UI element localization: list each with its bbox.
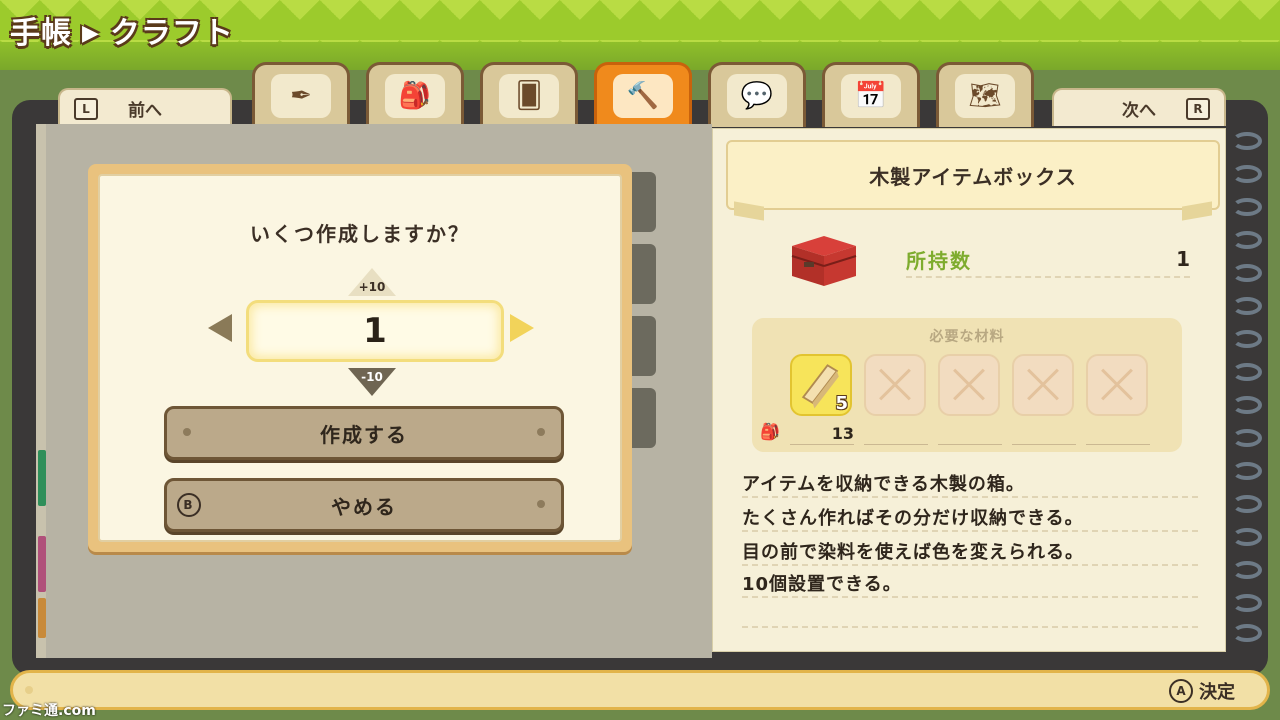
- materials-panel: 必要な材料 5 🎒 13: [752, 318, 1182, 452]
- spiral-binding: [1228, 128, 1268, 648]
- backpack-icon: 🎒: [760, 422, 780, 441]
- r-button-icon: R: [1186, 98, 1210, 120]
- divider: [790, 444, 854, 445]
- craft-hammer-icon: 🔨: [613, 74, 673, 118]
- pen-icon: ✒: [271, 74, 331, 118]
- side-marker-pink: [38, 536, 46, 592]
- a-button-icon: A: [1169, 679, 1193, 703]
- heart-chat-icon: 💬: [727, 74, 787, 118]
- divider: [742, 626, 1198, 628]
- page-title-craft: クラフト: [109, 16, 234, 51]
- material-slot[interactable]: 5: [790, 354, 852, 416]
- decrease-10-button[interactable]: -10: [348, 368, 396, 396]
- side-marker-green: [38, 450, 46, 506]
- divider: [742, 496, 1198, 498]
- tab-craft[interactable]: 🔨: [594, 62, 692, 127]
- divider: [1012, 444, 1076, 445]
- owned-count: 1: [1176, 247, 1190, 271]
- l-button-icon: L: [74, 98, 98, 120]
- description-line: 10個設置できる。: [742, 574, 902, 595]
- tab-cards[interactable]: 🂠: [480, 62, 578, 127]
- breadcrumb-separator-icon: ▶: [82, 21, 100, 46]
- backpack-icon: 🎒: [385, 74, 445, 118]
- material-slot-empty: [1086, 354, 1148, 416]
- material-have-count: 13: [831, 424, 854, 443]
- prev-page-tab[interactable]: L 前へ: [58, 88, 232, 126]
- confirm-button[interactable]: A 決定: [1169, 678, 1235, 704]
- increase-10-button[interactable]: +10: [348, 268, 396, 296]
- divider: [742, 530, 1198, 532]
- item-name-banner: 木製アイテムボックス: [726, 140, 1220, 210]
- craft-quantity-dialog: いくつ作成しますか？ +10 1 -10 作成する B やめる: [88, 164, 632, 552]
- divider: [1086, 444, 1150, 445]
- tab-map[interactable]: 🗺: [936, 62, 1034, 127]
- quantity-field[interactable]: 1: [246, 300, 504, 362]
- divider: [742, 564, 1198, 566]
- increase-arrow-icon[interactable]: [510, 314, 534, 342]
- page-title-journal: 手帳: [10, 16, 72, 51]
- side-marker-orange: [38, 598, 46, 638]
- description-line: 目の前で染料を使えば色を変えられる。: [742, 542, 1084, 563]
- material-slot-empty: [864, 354, 926, 416]
- item-name: 木製アイテムボックス: [869, 164, 1077, 189]
- wooden-box-icon: [791, 236, 857, 286]
- create-label: 作成する: [320, 422, 408, 447]
- confirm-label: 決定: [1199, 682, 1235, 703]
- material-slot-empty: [938, 354, 1000, 416]
- create-button[interactable]: 作成する: [164, 406, 564, 460]
- next-label: 次へ: [1122, 100, 1156, 121]
- b-button-icon: B: [177, 493, 201, 517]
- divider: [938, 444, 1002, 445]
- tab-notes[interactable]: ✒: [252, 62, 350, 127]
- divider: [864, 444, 928, 445]
- description-line: たくさん作ればその分だけ収納できる。: [742, 508, 1084, 529]
- prev-label: 前へ: [128, 100, 162, 121]
- material-slot-empty: [1012, 354, 1074, 416]
- tab-relations[interactable]: 💬: [708, 62, 806, 127]
- decrease-arrow-icon[interactable]: [208, 314, 232, 342]
- tab-bag[interactable]: 🎒: [366, 62, 464, 127]
- next-page-tab[interactable]: 次へ R: [1052, 88, 1226, 126]
- owned-label: 所持数: [906, 249, 972, 273]
- cancel-button[interactable]: B やめる: [164, 478, 564, 532]
- tab-calendar[interactable]: 📅: [822, 62, 920, 127]
- watermark: ファミ通.com: [2, 703, 96, 719]
- controls-bar: A 決定: [10, 670, 1270, 710]
- description-line: アイテムを収納できる木製の箱。: [742, 474, 1025, 495]
- material-required-qty: 5: [835, 393, 848, 414]
- page-title: 手帳 ▶ クラフト: [10, 8, 234, 52]
- materials-title: 必要な材料: [929, 329, 1005, 345]
- dialog-body: いくつ作成しますか？ +10 1 -10 作成する B やめる: [98, 174, 622, 542]
- cancel-label: やめる: [331, 494, 397, 519]
- map-icon: 🗺: [955, 74, 1015, 118]
- divider: [906, 276, 1190, 278]
- dialog-question: いくつ作成しますか？: [250, 222, 470, 246]
- cards-icon: 🂠: [499, 74, 559, 118]
- calendar-icon: 📅: [841, 74, 901, 118]
- divider: [742, 596, 1198, 598]
